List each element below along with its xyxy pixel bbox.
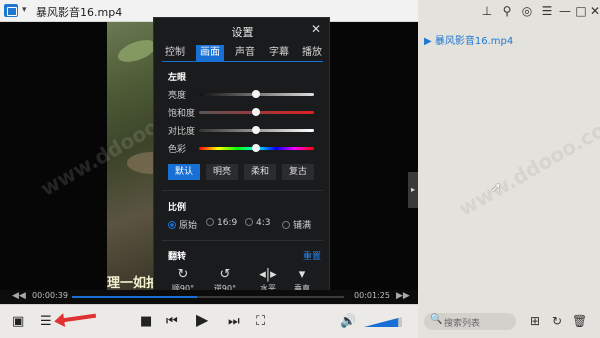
skin-icon[interactable]: ◎ (520, 4, 534, 18)
brightness-knob[interactable] (252, 90, 260, 98)
seek-bar[interactable] (72, 296, 344, 298)
rotate-cw-icon: ↻ (177, 267, 189, 282)
divider (162, 190, 323, 191)
ratio-fill-radio[interactable]: 铺满 (282, 218, 311, 231)
menu-caret-icon[interactable]: ▾ (22, 5, 27, 15)
watermark-text: www.ddooo.com (454, 107, 600, 221)
tab-subtitle[interactable]: 字幕 (265, 45, 293, 61)
ratio-heading: 比例 (168, 203, 187, 213)
settings-title: 设置 (231, 26, 254, 39)
maximize-button[interactable]: □ (574, 4, 588, 18)
settings-panel: 设置 ✕ 控制 画面 声音 字幕 播放 左眼 亮度 饱和度 对比度 色彩 默认 … (153, 17, 330, 300)
mouse-cursor-icon: ➚ (490, 180, 502, 196)
search-placeholder: 搜索列表 (444, 319, 481, 329)
contrast-knob[interactable] (252, 126, 260, 134)
stop-button[interactable]: ■ (140, 314, 152, 330)
minimize-button[interactable]: — (558, 4, 572, 18)
settings-close-icon[interactable]: ✕ (311, 22, 321, 36)
tab-picture[interactable]: 画面 (196, 45, 224, 61)
ratio-4-3-label: 4:3 (256, 218, 271, 228)
preset-bright-button[interactable]: 明亮 (206, 164, 238, 180)
playlist-item[interactable]: ▶ 暴风影音16.mp4 (424, 32, 513, 47)
playlist-panel: ▶ 暴风影音16.mp4 www.ddooo.com (418, 22, 600, 304)
play-button[interactable]: ▶ (196, 312, 208, 328)
side-expand-handle[interactable]: ▸ (408, 172, 418, 208)
flip-horizontal-icon: ◂|▸ (259, 267, 277, 282)
rotate-ccw-icon: ↺ (219, 267, 231, 282)
ratio-4-3-radio[interactable]: 4:3 (245, 218, 270, 228)
search-icon: 🔍 (430, 314, 443, 325)
tab-audio[interactable]: 声音 (231, 45, 259, 61)
left-eye-heading: 左眼 (168, 73, 187, 83)
preset-soft-button[interactable]: 柔和 (244, 164, 276, 180)
tab-control[interactable]: 控制 (162, 45, 188, 61)
toolbox-icon[interactable]: ▣ (12, 314, 24, 330)
tab-playback[interactable]: 播放 (298, 45, 326, 61)
ratio-16-9-label: 16:9 (217, 218, 238, 228)
menu-icon[interactable]: ☰ (540, 4, 554, 18)
playlist-toggle-icon[interactable]: ☰ (40, 314, 52, 330)
volume-slider[interactable] (364, 317, 402, 327)
hue-label: 色彩 (168, 145, 187, 155)
elapsed-time: 00:00:39 (32, 291, 68, 300)
close-button[interactable]: ✕ (588, 4, 600, 18)
progress-row: ◀◀ 00:00:39 00:01:25 ▶▶ (0, 290, 418, 304)
next-button[interactable]: ⏭ (228, 314, 240, 330)
loop-icon[interactable]: ↻ (550, 314, 564, 328)
previous-button[interactable]: ⏮ (166, 314, 178, 330)
location-icon[interactable]: ⚲ (500, 4, 514, 18)
hue-knob[interactable] (252, 144, 260, 152)
saturation-knob[interactable] (252, 108, 260, 116)
pin-icon[interactable]: ⊥ (480, 4, 494, 18)
add-file-icon[interactable]: ⊞ (528, 314, 542, 328)
app-logo-icon[interactable] (4, 4, 18, 17)
contrast-label: 对比度 (168, 127, 196, 137)
fullscreen-button[interactable]: ⛶ (256, 314, 265, 330)
volume-icon[interactable]: 🔊 (340, 314, 356, 330)
player-window: ▾ 暴风影音16.mp4 ⊥ ⚲ ◎ ☰ — □ ✕ www.ddooo.com… (0, 0, 600, 338)
playlist-toolbar: 🔍 搜索列表 ⊞ ↻ 🗑 (418, 304, 600, 338)
total-time: 00:01:25 (354, 291, 390, 300)
seek-bar-fill (72, 296, 198, 298)
window-controls: ⊥ ⚲ ◎ ☰ — □ ✕ (418, 0, 600, 22)
ratio-original-label: 原始 (179, 221, 198, 231)
tab-underline (162, 61, 323, 62)
reset-link[interactable]: 重置 (303, 249, 321, 262)
forward-icon[interactable]: ▶▶ (396, 291, 410, 301)
divider (162, 240, 323, 241)
rewind-icon[interactable]: ◀◀ (12, 291, 26, 301)
preset-default-button[interactable]: 默认 (168, 164, 200, 180)
flip-vertical-icon: ▾ (298, 267, 306, 282)
brightness-label: 亮度 (168, 91, 187, 101)
window-title: 暴风影音16.mp4 (36, 6, 123, 19)
playlist-search[interactable]: 🔍 搜索列表 (424, 313, 516, 330)
ratio-16-9-radio[interactable]: 16:9 (206, 218, 237, 228)
ratio-original-radio[interactable]: 原始 (168, 218, 197, 231)
subtitle-text: 理一如拍 (107, 276, 160, 291)
flip-heading: 翻转 (168, 252, 187, 262)
saturation-label: 饱和度 (168, 109, 196, 119)
preset-retro-button[interactable]: 复古 (282, 164, 314, 180)
ratio-fill-label: 铺满 (293, 221, 312, 231)
delete-icon[interactable]: 🗑 (572, 314, 587, 328)
